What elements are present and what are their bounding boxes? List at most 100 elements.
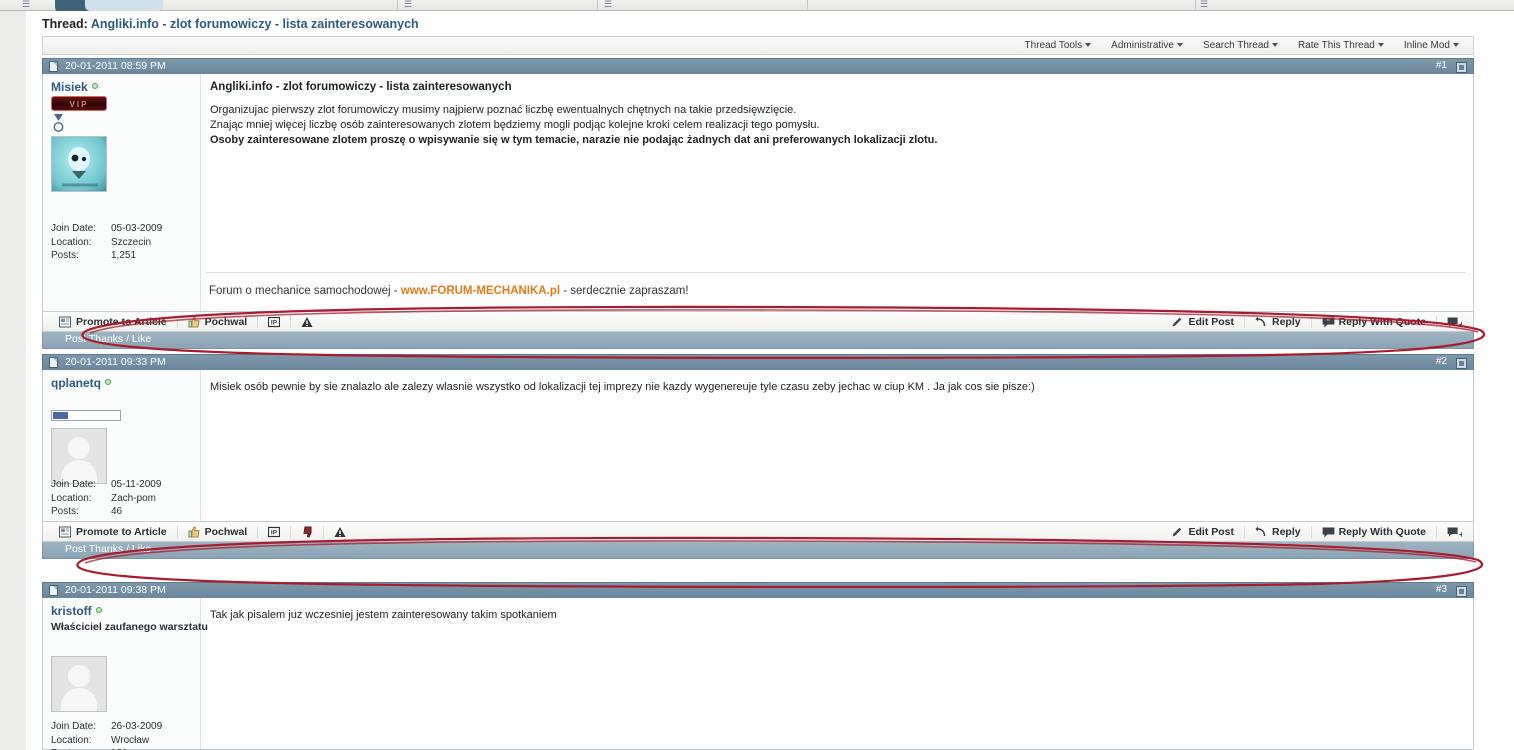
user-info-panel: Misiek VIP Join Date: 05-03-2009 Locatio… bbox=[43, 74, 201, 311]
username[interactable]: kristoff bbox=[51, 604, 102, 618]
svg-text:IP: IP bbox=[271, 319, 278, 326]
post-thanks-label: Post Thanks / Like bbox=[65, 333, 152, 345]
pochwal-button[interactable]: Pochwal bbox=[176, 315, 258, 328]
chevron-down-icon bbox=[1085, 43, 1092, 48]
permalink-icon[interactable] bbox=[1456, 357, 1467, 369]
post-header: 20-01-2011 09:38 PM #3 bbox=[42, 582, 1474, 598]
signature-link[interactable]: www.FORUM-MECHANIKA.pl bbox=[401, 285, 560, 297]
edit-post-button[interactable]: Edit Post bbox=[1161, 316, 1244, 328]
signature: Forum o mechanice samochodowej - www.FOR… bbox=[209, 285, 689, 297]
pencil-icon bbox=[1171, 316, 1183, 328]
search-thread-menu-label: Search Thread bbox=[1202, 40, 1269, 51]
username[interactable]: qplanetq bbox=[51, 376, 111, 390]
thread-tools-menu[interactable]: Thread Tools bbox=[1015, 40, 1102, 51]
reputation-fill bbox=[53, 412, 68, 419]
reply-with-quote-label: Reply With Quote bbox=[1338, 525, 1426, 538]
post-header: 20-01-2011 08:59 PM #1 bbox=[42, 58, 1474, 74]
username[interactable]: Misiek bbox=[51, 80, 98, 94]
quote-bubble-icon: “ bbox=[1322, 316, 1334, 328]
forum-page: Thread: Angliki.info - zlot forumowiczy … bbox=[26, 11, 1492, 750]
promote-to-article-button[interactable]: Promote to Article bbox=[49, 526, 177, 538]
chevron-down-icon bbox=[1271, 43, 1278, 48]
reply-arrow-icon bbox=[1255, 526, 1267, 538]
reply-button[interactable]: Reply bbox=[1244, 315, 1311, 328]
ip-button[interactable]: IP bbox=[257, 315, 290, 328]
avatar[interactable] bbox=[51, 656, 107, 712]
post-3: 20-01-2011 09:38 PM #3 kristoff Właścici… bbox=[42, 582, 1474, 750]
article-icon bbox=[59, 316, 71, 328]
post-page-icon bbox=[49, 61, 58, 72]
reply-with-quote-button[interactable]: Reply With Quote bbox=[1310, 525, 1436, 538]
browser-tab-inner[interactable] bbox=[85, 0, 163, 11]
message-line: Znając mniej więcej liczbę osób zaintere… bbox=[210, 119, 820, 131]
browser-chrome-strip: ☰ ☰ ☰ ☰ bbox=[0, 0, 1514, 13]
location-label: Location: bbox=[51, 492, 92, 504]
stat-posts: Posts: 46 bbox=[51, 505, 161, 519]
permalink-icon[interactable] bbox=[1456, 585, 1467, 597]
post-thanks-label: Post Thanks / Like bbox=[65, 543, 152, 555]
pochwal-label: Pochwal bbox=[204, 525, 248, 538]
thumbs-up-icon bbox=[188, 315, 200, 328]
post-1: 20-01-2011 08:59 PM #1 Misiek VIP Join D… bbox=[42, 58, 1474, 349]
posts-label: Posts: bbox=[51, 506, 79, 517]
reply-button[interactable]: Reply bbox=[1244, 525, 1311, 538]
post-thanks-bar[interactable]: Post Thanks / Like bbox=[42, 332, 1474, 349]
promote-label: Promote to Article bbox=[76, 315, 167, 328]
ip-button[interactable]: IP bbox=[257, 525, 290, 538]
thanks-hand-button[interactable] bbox=[290, 525, 323, 538]
stat-join-date: Join Date: 05-11-2009 bbox=[51, 478, 161, 492]
avatar-art bbox=[62, 147, 98, 187]
post-thanks-bar[interactable]: Post Thanks / Like bbox=[42, 542, 1474, 559]
report-post-button[interactable] bbox=[290, 315, 323, 328]
edit-post-button[interactable]: Edit Post bbox=[1161, 526, 1244, 538]
inline-mod-menu[interactable]: Inline Mod bbox=[1394, 40, 1469, 51]
promote-to-article-button[interactable]: Promote to Article bbox=[49, 316, 177, 328]
online-status-icon bbox=[95, 607, 102, 613]
message-title: Angliki.info - zlot forumowiczy - lista … bbox=[210, 81, 512, 93]
user-stats: Join Date:26-03-2009 Location:Wrocław Po… bbox=[51, 720, 162, 750]
chevron-down-icon bbox=[1377, 43, 1384, 48]
avatar[interactable] bbox=[51, 136, 107, 192]
rate-this-thread-menu[interactable]: Rate This Thread bbox=[1288, 40, 1394, 51]
chrome-cell-4: ☰ bbox=[598, 0, 808, 10]
join-date-label: Join Date: bbox=[51, 479, 97, 490]
warning-icon bbox=[301, 316, 313, 328]
medal-icon bbox=[53, 114, 64, 132]
svg-text:+: + bbox=[1459, 530, 1462, 538]
permalink-icon[interactable] bbox=[1456, 61, 1467, 73]
user-info-panel: kristoff Właściciel zaufanego warsztatu … bbox=[43, 598, 208, 750]
stat-location: Location: Szczecin bbox=[51, 236, 162, 250]
username-label: qplanetq bbox=[51, 376, 101, 390]
signature-post: - serdecznie zapraszam! bbox=[560, 285, 689, 297]
multi-quote-button[interactable]: + bbox=[1436, 315, 1469, 329]
pochwal-label: Pochwal bbox=[204, 315, 248, 328]
chrome-glyph-icon: ☰ bbox=[604, 0, 612, 9]
post-page-icon bbox=[49, 357, 58, 368]
post-content: Misiek osób pewnie by sie znalazlo ale z… bbox=[202, 370, 1473, 521]
stat-join-date: Join Date: 26-03-2009 bbox=[51, 720, 162, 734]
avatar[interactable] bbox=[51, 428, 107, 484]
reply-with-quote-button[interactable]: “ Reply With Quote bbox=[1310, 315, 1436, 328]
administrative-menu-label: Administrative bbox=[1111, 40, 1174, 51]
avatar-head bbox=[68, 665, 90, 687]
message-line: Tak jak pisalem juz wczesniej jestem zai… bbox=[210, 609, 557, 621]
signature-separator bbox=[206, 272, 1465, 273]
pochwal-button[interactable]: Pochwal bbox=[176, 525, 258, 538]
multi-quote-button[interactable]: + bbox=[1436, 525, 1469, 539]
administrative-menu[interactable]: Administrative bbox=[1101, 40, 1193, 51]
post-number[interactable]: #3 bbox=[1436, 584, 1447, 595]
post-number[interactable]: #2 bbox=[1436, 356, 1447, 367]
multi-quote-icon: + bbox=[1447, 316, 1464, 329]
report-post-button[interactable] bbox=[323, 525, 356, 538]
thread-title-link[interactable]: Angliki.info - zlot forumowiczy - lista … bbox=[91, 17, 419, 31]
ip-icon: IP bbox=[268, 316, 281, 328]
quote-bubble-icon bbox=[1322, 526, 1334, 538]
join-date-label: Join Date: bbox=[51, 721, 97, 732]
chrome-cell-5 bbox=[808, 0, 1196, 10]
search-thread-menu[interactable]: Search Thread bbox=[1193, 40, 1288, 51]
stat-posts: Posts: 1,251 bbox=[51, 249, 162, 263]
rank-medal-icon bbox=[53, 114, 64, 137]
username-label: kristoff bbox=[51, 604, 92, 618]
post-number[interactable]: #1 bbox=[1436, 60, 1447, 71]
post-content: Tak jak pisalem juz wczesniej jestem zai… bbox=[202, 598, 1473, 749]
